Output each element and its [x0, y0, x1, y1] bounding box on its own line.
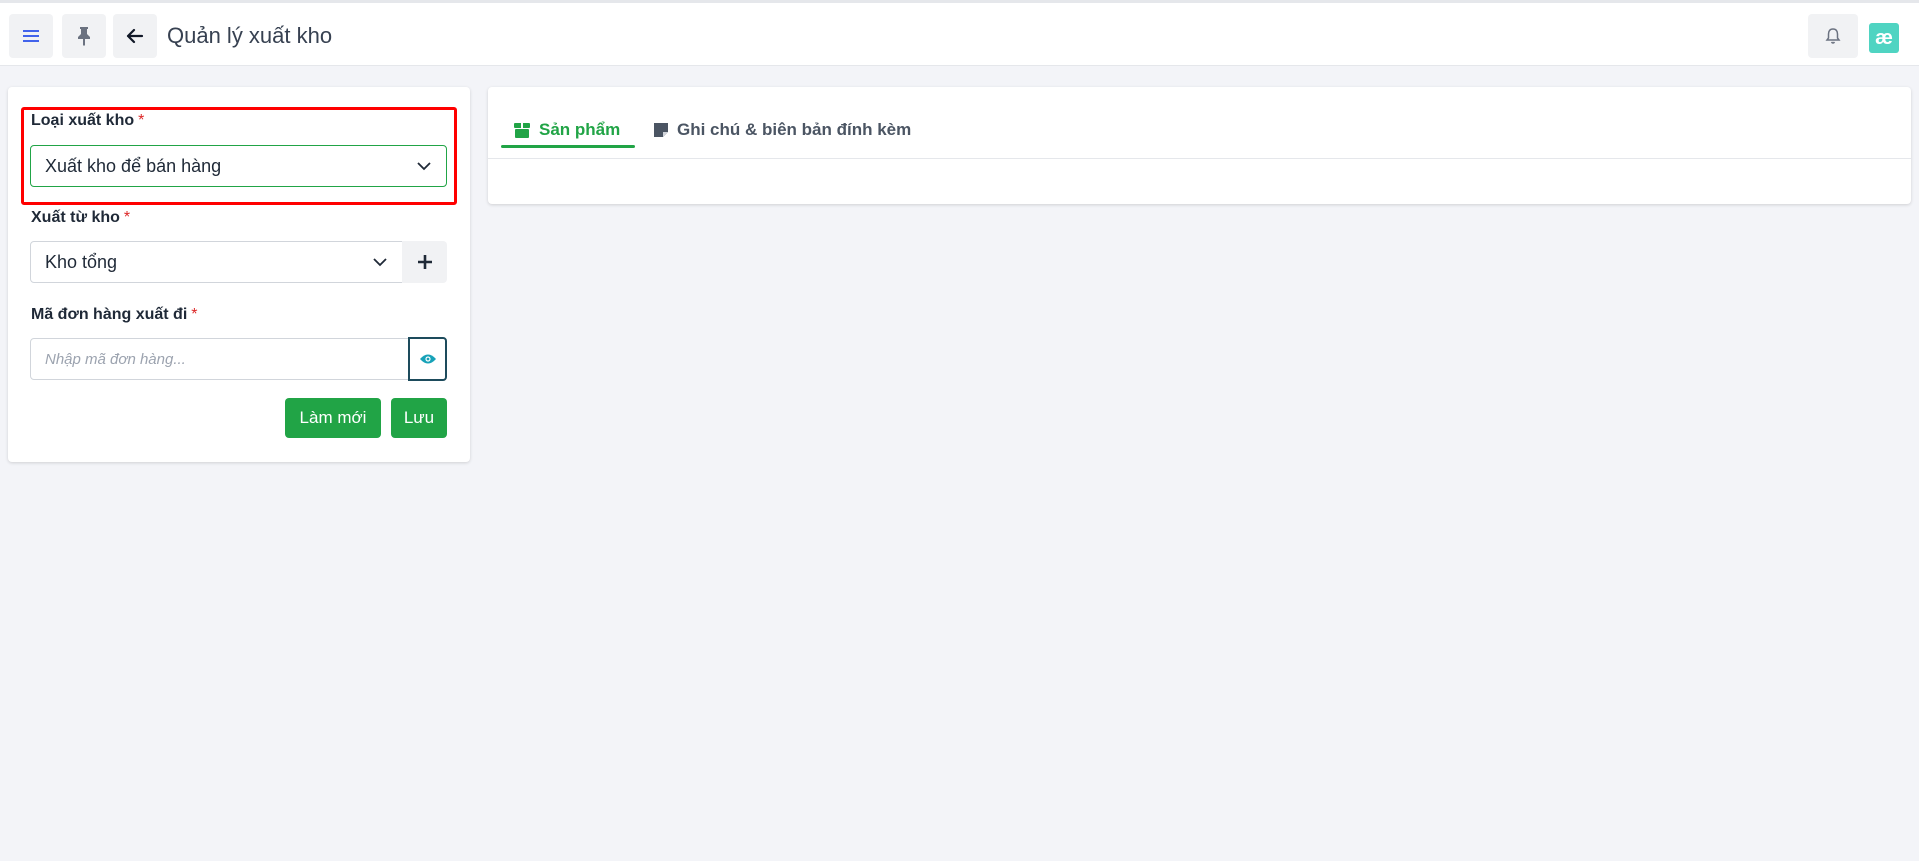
eye-icon	[419, 354, 436, 364]
bell-icon	[1825, 28, 1841, 44]
order-code-label: Mã đơn hàng xuất đi *	[31, 306, 198, 323]
view-order-button[interactable]	[408, 337, 447, 381]
add-warehouse-button[interactable]	[402, 241, 447, 283]
back-arrow-icon	[126, 28, 144, 44]
active-tab-indicator	[501, 145, 635, 148]
box-icon	[513, 121, 531, 139]
pin-button[interactable]	[62, 14, 106, 58]
save-button[interactable]: Lưu	[391, 398, 447, 438]
tab-notes-label: Ghi chú & biên bản đính kèm	[677, 119, 912, 139]
back-button[interactable]	[113, 14, 157, 58]
tab-products-label: Sản phẩm	[539, 119, 621, 139]
tab-products[interactable]: Sản phẩm	[513, 111, 620, 148]
top-bar: Quản lý xuất kho æ	[0, 0, 1919, 66]
plus-icon	[417, 255, 432, 269]
from-warehouse-select[interactable]: Kho tổng	[30, 241, 403, 283]
tab-divider	[488, 158, 1911, 159]
from-warehouse-label: Xuất từ kho *	[31, 209, 131, 226]
menu-button[interactable]	[9, 14, 53, 58]
chevron-down-icon	[373, 258, 387, 267]
tab-notes[interactable]: Ghi chú & biên bản đính kèm	[653, 111, 911, 148]
notification-button[interactable]	[1808, 14, 1858, 58]
app-logo[interactable]: æ	[1869, 23, 1899, 53]
note-icon	[653, 122, 669, 138]
highlight-box	[21, 107, 457, 205]
page-title: Quản lý xuất kho	[167, 23, 333, 48]
refresh-button[interactable]: Làm mới	[285, 398, 381, 438]
from-warehouse-value: Kho tổng	[45, 251, 118, 272]
order-code-input[interactable]: Nhập mã đơn hàng...	[30, 338, 409, 380]
pin-icon	[78, 27, 90, 46]
menu-icon	[23, 30, 39, 42]
